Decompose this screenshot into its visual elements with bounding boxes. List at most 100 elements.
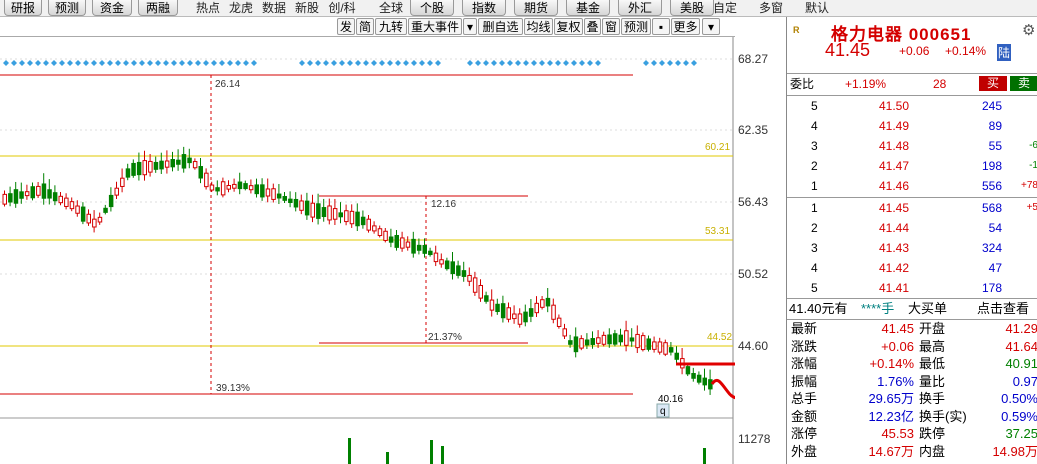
event-diamond[interactable] [675, 60, 681, 66]
kline-chart[interactable]: 60.21 53.31 44.52 26.14 12.16 21.37% 39.13% 40.… [0, 17, 735, 464]
event-diamond[interactable] [235, 60, 241, 66]
event-diamond[interactable] [227, 60, 233, 66]
event-diamond[interactable] [395, 60, 401, 66]
event-diamond[interactable] [99, 60, 105, 66]
event-diamond[interactable] [299, 60, 305, 66]
event-diamond[interactable] [651, 60, 657, 66]
event-diamond[interactable] [219, 60, 225, 66]
big-order-row[interactable]: 41.40元有 ****手 大买单 点击查看 [787, 300, 1037, 318]
event-diamond[interactable] [139, 60, 145, 66]
event-diamond[interactable] [179, 60, 185, 66]
bid-row[interactable]: 1 41.45 568 +5 [787, 199, 1037, 217]
topbar-link-chinext-star[interactable]: 创/科 [325, 0, 359, 16]
topbar-btn-forecast[interactable]: 预测 [48, 0, 86, 16]
ask-row[interactable]: 2 41.47 198 -1 [787, 157, 1037, 175]
event-diamond[interactable] [475, 60, 481, 66]
event-diamond[interactable] [555, 60, 561, 66]
topbar-link-custom[interactable]: 自定 [708, 0, 742, 16]
event-diamond[interactable] [683, 60, 689, 66]
event-diamond[interactable] [643, 60, 649, 66]
event-diamond[interactable] [419, 60, 425, 66]
event-diamond[interactable] [83, 60, 89, 66]
topbar-link-data[interactable]: 数据 [257, 0, 291, 16]
event-diamond[interactable] [515, 60, 521, 66]
event-diamond[interactable] [347, 60, 353, 66]
event-diamond[interactable] [203, 60, 209, 66]
event-diamond[interactable] [67, 60, 73, 66]
event-diamond[interactable] [339, 60, 345, 66]
event-diamond[interactable] [243, 60, 249, 66]
event-diamond[interactable] [523, 60, 529, 66]
event-diamond[interactable] [171, 60, 177, 66]
ask-row[interactable]: 3 41.48 55 -6 [787, 137, 1037, 155]
topbar-link-multi-window[interactable]: 多窗 [754, 0, 788, 16]
ask-row[interactable]: 1 41.46 556 +78 [787, 177, 1037, 195]
topbar-link-new-stocks[interactable]: 新股 [290, 0, 324, 16]
event-diamond[interactable] [667, 60, 673, 66]
topbar-btn-fund[interactable]: 基金 [566, 0, 610, 16]
event-diamond[interactable] [75, 60, 81, 66]
topbar-link-global[interactable]: 全球 [374, 0, 408, 16]
topbar-btn-futures[interactable]: 期货 [514, 0, 558, 16]
bid-row[interactable]: 3 41.43 324 [787, 239, 1037, 257]
event-diamond[interactable] [587, 60, 593, 66]
event-diamond[interactable] [163, 60, 169, 66]
event-diamond[interactable] [371, 60, 377, 66]
event-diamond[interactable] [595, 60, 601, 66]
event-diamond[interactable] [387, 60, 393, 66]
ask-row[interactable]: 5 41.50 245 [787, 97, 1037, 115]
event-diamond[interactable] [467, 60, 473, 66]
buy-button[interactable]: 买 [979, 76, 1007, 91]
topbar-btn-funds[interactable]: 资金 [92, 0, 132, 16]
event-diamond[interactable] [155, 60, 161, 66]
event-diamond[interactable] [91, 60, 97, 66]
event-diamond[interactable] [35, 60, 41, 66]
event-diamond[interactable] [187, 60, 193, 66]
bid-row[interactable]: 2 41.44 54 [787, 219, 1037, 237]
event-diamond[interactable] [571, 60, 577, 66]
ask-row[interactable]: 4 41.49 89 [787, 117, 1037, 135]
event-diamond[interactable] [507, 60, 513, 66]
topbar-btn-index[interactable]: 指数 [462, 0, 506, 16]
event-diamond[interactable] [43, 60, 49, 66]
event-diamond[interactable] [363, 60, 369, 66]
event-diamond[interactable] [355, 60, 361, 66]
event-diamond[interactable] [315, 60, 321, 66]
event-diamond[interactable] [547, 60, 553, 66]
topbar-btn-margin[interactable]: 两融 [138, 0, 178, 16]
bid-row[interactable]: 4 41.42 47 [787, 259, 1037, 277]
event-diamond[interactable] [211, 60, 217, 66]
topbar-link-default[interactable]: 默认 [800, 0, 834, 16]
event-diamond[interactable] [115, 60, 121, 66]
sell-button[interactable]: 卖 [1010, 76, 1037, 91]
bid-row[interactable]: 5 41.41 178 [787, 279, 1037, 297]
event-diamond[interactable] [539, 60, 545, 66]
event-diamond[interactable] [123, 60, 129, 66]
event-diamond[interactable] [323, 60, 329, 66]
event-diamond[interactable] [131, 60, 137, 66]
event-diamond[interactable] [563, 60, 569, 66]
event-diamond[interactable] [403, 60, 409, 66]
event-diamond[interactable] [307, 60, 313, 66]
event-diamond[interactable] [51, 60, 57, 66]
event-diamond[interactable] [331, 60, 337, 66]
event-diamond[interactable] [579, 60, 585, 66]
event-diamond[interactable] [659, 60, 665, 66]
event-diamond[interactable] [491, 60, 497, 66]
event-diamond[interactable] [147, 60, 153, 66]
topbar-link-hotspot[interactable]: 热点 [191, 0, 225, 16]
event-diamond[interactable] [11, 60, 17, 66]
event-diamond[interactable] [499, 60, 505, 66]
event-diamond[interactable] [435, 60, 441, 66]
event-diamond[interactable] [531, 60, 537, 66]
event-diamond[interactable] [195, 60, 201, 66]
event-diamond[interactable] [411, 60, 417, 66]
event-diamond[interactable] [427, 60, 433, 66]
event-diamond[interactable] [107, 60, 113, 66]
big-order-link[interactable]: 点击查看 [977, 300, 1029, 318]
topbar-btn-stocks[interactable]: 个股 [410, 0, 454, 16]
event-diamond[interactable] [3, 60, 9, 66]
topbar-btn-research[interactable]: 研报 [4, 0, 42, 16]
event-diamond[interactable] [251, 60, 257, 66]
event-diamond[interactable] [483, 60, 489, 66]
